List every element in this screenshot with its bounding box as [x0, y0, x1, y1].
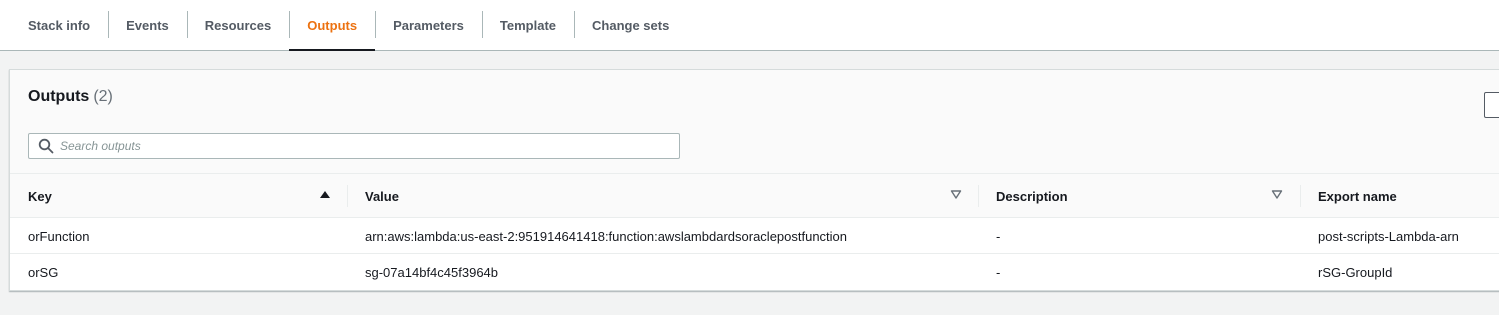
- column-divider: [978, 185, 979, 207]
- search-box[interactable]: [28, 133, 680, 159]
- column-label: Description: [996, 189, 1068, 204]
- tab-label: Resources: [204, 17, 272, 33]
- column-divider: [347, 185, 348, 207]
- cell-description: -: [978, 217, 1300, 254]
- tab-events[interactable]: Events: [108, 0, 187, 50]
- column-header-export-name[interactable]: Export name: [1300, 174, 1499, 218]
- output-key: orSG: [28, 265, 59, 280]
- column-divider: [1300, 185, 1301, 207]
- cell-key: orFunction: [10, 217, 347, 254]
- output-description: -: [996, 229, 1001, 244]
- panel-title: Outputs (2): [28, 88, 113, 106]
- cell-value: sg-07a14bf4c45f3964b: [347, 254, 978, 290]
- table-row: orFunction arn:aws:lambda:us-east-2:9519…: [10, 217, 1499, 254]
- sort-ascending-icon[interactable]: [319, 188, 331, 200]
- tab-label: Template: [499, 17, 557, 33]
- cell-description: -: [978, 254, 1300, 290]
- output-value: sg-07a14bf4c45f3964b: [365, 265, 499, 280]
- tab-label: Events: [126, 17, 169, 33]
- column-header-key[interactable]: Key: [10, 174, 347, 218]
- column-header-description[interactable]: Description: [978, 174, 1300, 218]
- cell-export-name: post-scripts-Lambda-arn: [1300, 217, 1499, 254]
- output-export-name: post-scripts-Lambda-arn: [1318, 229, 1459, 244]
- output-value: arn:aws:lambda:us-east-2:951914641418:fu…: [365, 229, 848, 244]
- tab-bar: Stack info Events Resources Outputs Para…: [0, 0, 1499, 51]
- cell-value: arn:aws:lambda:us-east-2:951914641418:fu…: [347, 217, 978, 254]
- cell-key: orSG: [10, 254, 347, 290]
- tab-label: Outputs: [307, 17, 358, 33]
- column-header-value[interactable]: Value: [347, 174, 978, 218]
- tab-label: Stack info: [28, 17, 91, 33]
- tab-parameters[interactable]: Parameters: [375, 0, 482, 50]
- search-icon: [38, 138, 54, 154]
- tab-resources[interactable]: Resources: [186, 0, 289, 50]
- search-input[interactable]: [60, 139, 660, 153]
- tab-list: Stack info Events Resources Outputs Para…: [10, 0, 687, 51]
- tab-label: Parameters: [393, 17, 464, 33]
- tab-outputs[interactable]: Outputs: [289, 0, 375, 51]
- output-export-name: rSG-GroupId: [1318, 265, 1393, 280]
- column-label: Key: [28, 189, 52, 204]
- output-description: -: [996, 265, 1001, 280]
- cell-export-name: rSG-GroupId: [1300, 254, 1499, 290]
- table-header-row: Key Value Description Export name: [10, 174, 1499, 218]
- sort-caret-icon[interactable]: [1271, 188, 1283, 200]
- column-label: Value: [365, 189, 399, 204]
- column-label: Export name: [1318, 189, 1397, 204]
- panel-header: Outputs (2): [10, 70, 1499, 174]
- tab-stack-info[interactable]: Stack info: [10, 0, 108, 50]
- outputs-panel: Outputs(2) Key: [9, 69, 1499, 291]
- sort-caret-icon[interactable]: [950, 188, 962, 200]
- copy-button[interactable]: [1484, 92, 1499, 118]
- tab-change-sets[interactable]: Change sets: [574, 0, 687, 50]
- table-row: orSG sg-07a14bf4c45f3964b - rSG-GroupId: [10, 254, 1499, 290]
- tab-label: Change sets: [592, 17, 670, 33]
- tab-template[interactable]: Template: [481, 0, 574, 50]
- panel-title-text: Outputs: [28, 88, 90, 105]
- output-count: (2): [93, 88, 113, 105]
- outputs-table: Key Value Description Export name orFunc…: [10, 174, 1499, 289]
- output-key: orFunction: [28, 229, 90, 244]
